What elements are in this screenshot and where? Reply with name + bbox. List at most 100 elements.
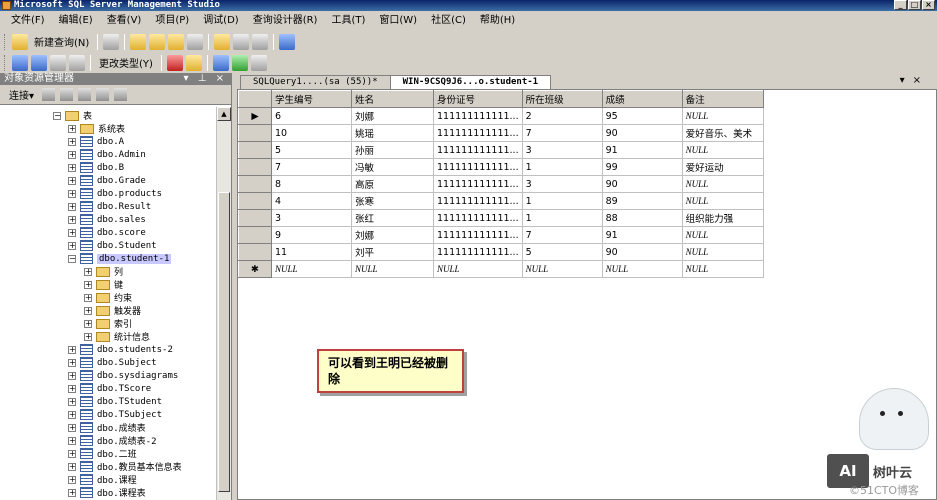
expand-icon[interactable]: + (68, 475, 76, 484)
row-selector[interactable] (238, 209, 272, 227)
table-cell[interactable]: 组织能力强 (681, 209, 764, 227)
table-cell[interactable]: 91 (601, 226, 683, 244)
tree-scrollbar[interactable]: ▲ (216, 107, 231, 500)
expand-icon[interactable]: + (84, 280, 92, 289)
tree-node[interactable]: + dbo.products (68, 187, 162, 200)
minimize-button[interactable]: _ (894, 0, 907, 10)
table-cell[interactable]: NULL (681, 260, 764, 278)
menu-view[interactable]: 查看(V) (100, 12, 149, 30)
row-selector[interactable]: ✱ (238, 260, 272, 278)
table-cell[interactable]: 5 (271, 141, 352, 159)
tree-node[interactable]: + 统计信息 (84, 330, 150, 343)
menu-edit[interactable]: 编辑(E) (52, 12, 100, 30)
tab-controls[interactable]: ▾× (900, 75, 929, 86)
table-cell[interactable]: 90 (601, 175, 683, 193)
table-row[interactable]: 7 冯敏 111111111111... 1 99 爱好运动 (238, 158, 764, 176)
menu-community[interactable]: 社区(C) (424, 12, 473, 30)
table-cell[interactable]: 89 (601, 192, 683, 210)
table-cell[interactable]: 5 (521, 243, 603, 261)
disconnect-icon[interactable] (60, 88, 74, 101)
tree-node[interactable]: − dbo.student-1 (68, 252, 172, 265)
table-row[interactable]: 11 刘平 111111111111... 5 90 NULL (238, 243, 764, 261)
column-header[interactable]: 身份证号 (433, 90, 523, 108)
table-cell[interactable]: 高原 (351, 175, 434, 193)
table-cell[interactable]: NULL (681, 141, 764, 159)
table-cell[interactable]: 7 (521, 226, 603, 244)
table-cell[interactable]: 111111111111... (433, 158, 523, 176)
table-cell[interactable]: 爱好运动 (681, 158, 764, 176)
table-row[interactable]: ▶ 6 刘娜 111111111111... 2 95 NULL (238, 107, 764, 125)
close-button[interactable]: × (922, 0, 935, 10)
row-selector[interactable] (238, 124, 272, 142)
table-cell[interactable]: 刘平 (351, 243, 434, 261)
column-header[interactable]: 成绩 (601, 90, 683, 108)
tree-node[interactable]: + dbo.TSubject (68, 408, 162, 421)
column-header[interactable]: 姓名 (351, 90, 434, 108)
row-selector[interactable] (238, 192, 272, 210)
expand-icon[interactable]: + (68, 488, 76, 497)
tree-node[interactable]: + 约束 (84, 291, 132, 304)
table-cell[interactable]: NULL (681, 243, 764, 261)
expand-icon[interactable]: + (68, 410, 76, 419)
table-cell[interactable]: 111111111111... (433, 192, 523, 210)
expand-icon[interactable]: + (68, 462, 76, 471)
expand-icon[interactable]: + (68, 436, 76, 445)
expand-icon[interactable]: + (68, 371, 76, 380)
table-cell[interactable]: NULL (681, 192, 764, 210)
table-row[interactable]: 8 高原 111111111111... 3 90 NULL (238, 175, 764, 193)
stop-icon[interactable] (78, 88, 92, 101)
table-cell[interactable]: 1 (521, 192, 603, 210)
refresh-icon[interactable] (114, 88, 128, 101)
table-cell[interactable]: 刘娜 (351, 226, 434, 244)
tree-node[interactable]: + 键 (84, 278, 123, 291)
table-cell[interactable]: 111111111111... (433, 175, 523, 193)
table-cell[interactable]: 1 (521, 158, 603, 176)
add-table-icon[interactable] (231, 54, 248, 71)
scroll-up-button[interactable]: ▲ (217, 107, 231, 121)
tree-node[interactable]: + dbo.A (68, 135, 124, 148)
tree-node[interactable]: + dbo.TStudent (68, 395, 162, 408)
row-selector[interactable] (238, 141, 272, 159)
expand-icon[interactable]: + (68, 384, 76, 393)
table-cell[interactable]: 刘娜 (351, 107, 434, 125)
table-cell[interactable]: 88 (601, 209, 683, 227)
table-cell[interactable]: 95 (601, 107, 683, 125)
table-cell[interactable]: 91 (601, 141, 683, 159)
table-cell[interactable]: 3 (521, 175, 603, 193)
database-engine-query-icon[interactable] (130, 33, 147, 50)
table-cell[interactable]: NULL (601, 260, 683, 278)
tree-node[interactable]: + dbo.成绩表-2 (68, 434, 157, 447)
save-icon[interactable] (233, 33, 250, 50)
verify-sql-icon[interactable] (185, 54, 202, 71)
table-cell[interactable]: 11 (271, 243, 352, 261)
scroll-thumb[interactable] (218, 192, 230, 492)
table-cell[interactable]: 爱好音乐、美术 (681, 124, 764, 142)
table-cell[interactable]: NULL (681, 226, 764, 244)
table-cell[interactable]: 3 (521, 141, 603, 159)
expand-icon[interactable]: + (68, 137, 76, 146)
table-cell[interactable]: 111111111111... (433, 209, 523, 227)
tree-node[interactable]: + dbo.sales (68, 213, 146, 226)
column-header[interactable]: 备注 (681, 90, 764, 108)
tree-node[interactable]: + dbo.students-2 (68, 343, 173, 356)
row-selector[interactable] (238, 158, 272, 176)
table-cell[interactable]: 4 (271, 192, 352, 210)
table-cell[interactable]: 111111111111... (433, 226, 523, 244)
table-cell[interactable]: NULL (521, 260, 603, 278)
tree-node[interactable]: + dbo.Subject (68, 356, 157, 369)
expand-icon[interactable]: + (84, 306, 92, 315)
expand-icon[interactable]: + (68, 176, 76, 185)
collapse-icon[interactable]: − (53, 111, 61, 120)
table-cell[interactable]: NULL (681, 175, 764, 193)
expand-icon[interactable]: + (84, 293, 92, 302)
table-row[interactable]: ✱ NULL NULL NULL NULL NULL NULL (238, 260, 764, 278)
tree-node[interactable]: + 列 (84, 265, 123, 278)
diagram-pane-icon[interactable] (12, 54, 28, 71)
tree-node[interactable]: + 触发器 (84, 304, 141, 317)
mdx-query-icon[interactable] (168, 33, 185, 50)
table-cell[interactable]: 90 (601, 124, 683, 142)
tree-node[interactable]: + dbo.二班 (68, 447, 137, 460)
expand-icon[interactable]: + (68, 189, 76, 198)
expand-icon[interactable]: + (84, 267, 92, 276)
tree-node[interactable]: + dbo.score (68, 226, 146, 239)
